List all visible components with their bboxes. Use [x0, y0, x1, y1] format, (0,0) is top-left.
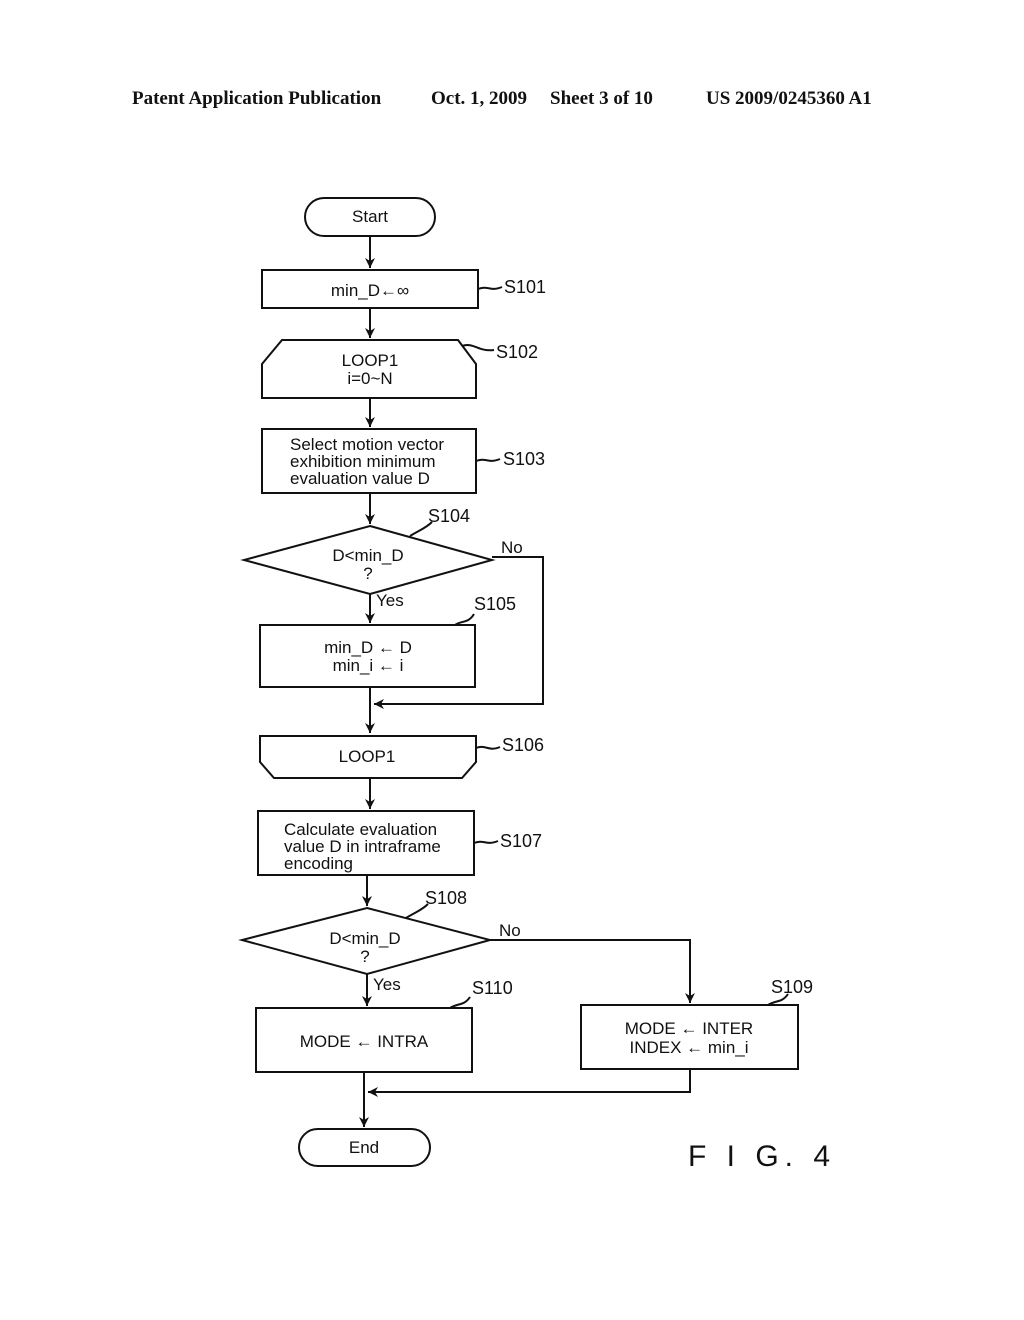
s102-text-line1: LOOP1 [342, 351, 399, 370]
s107-text-line3: encoding [284, 854, 353, 873]
s102-label: S102 [496, 342, 538, 362]
leader-line [475, 458, 501, 462]
no-branch-connector [374, 556, 544, 709]
s110-text: MODE ← INTRA [300, 1032, 429, 1051]
s108-no-label: No [499, 921, 521, 940]
flowchart: Start min_D←∞ S101 LOOP1 i=0~N S102 Sele… [238, 197, 836, 1173]
s101-label: S101 [504, 277, 546, 297]
s104-no-label: No [501, 538, 523, 557]
s108-label: S108 [425, 888, 467, 908]
s109-text-line1: MODE ← INTER [625, 1019, 753, 1038]
s110-label: S110 [472, 978, 513, 998]
s106-label: S106 [502, 735, 544, 755]
s106-text: LOOP1 [339, 747, 396, 766]
s104-question: ? [363, 564, 372, 583]
s108-condition: D<min_D [329, 929, 400, 948]
leader-line [477, 286, 503, 290]
s105-text-line1: min_D ← D [324, 638, 412, 657]
leader-line [454, 613, 475, 626]
s108-question: ? [360, 947, 369, 966]
leader-line [473, 840, 499, 844]
leader-line [449, 996, 471, 1009]
leader-line [461, 344, 495, 352]
s102-text-line2: i=0~N [347, 369, 392, 388]
s103-label: S103 [503, 449, 545, 469]
start-label: Start [352, 207, 388, 226]
s101-text: min_D←∞ [331, 281, 409, 300]
s104-yes-label: Yes [376, 591, 404, 610]
s109-label: S109 [771, 977, 813, 997]
s107-label: S107 [500, 831, 542, 851]
s108-yes-label: Yes [373, 975, 401, 994]
figure-label: F I G. 4 [688, 1140, 836, 1173]
leader-line [475, 745, 501, 750]
end-label: End [349, 1138, 379, 1157]
s104-condition: D<min_D [332, 546, 403, 565]
s105-text-line2: min_i ← i [333, 656, 404, 675]
s104-label: S104 [428, 506, 470, 526]
s109-text-line2: INDEX ← min_i [629, 1038, 748, 1057]
no-branch-connector [490, 939, 695, 1003]
s103-text-line3: evaluation value D [290, 469, 430, 488]
s105-label: S105 [474, 594, 516, 614]
